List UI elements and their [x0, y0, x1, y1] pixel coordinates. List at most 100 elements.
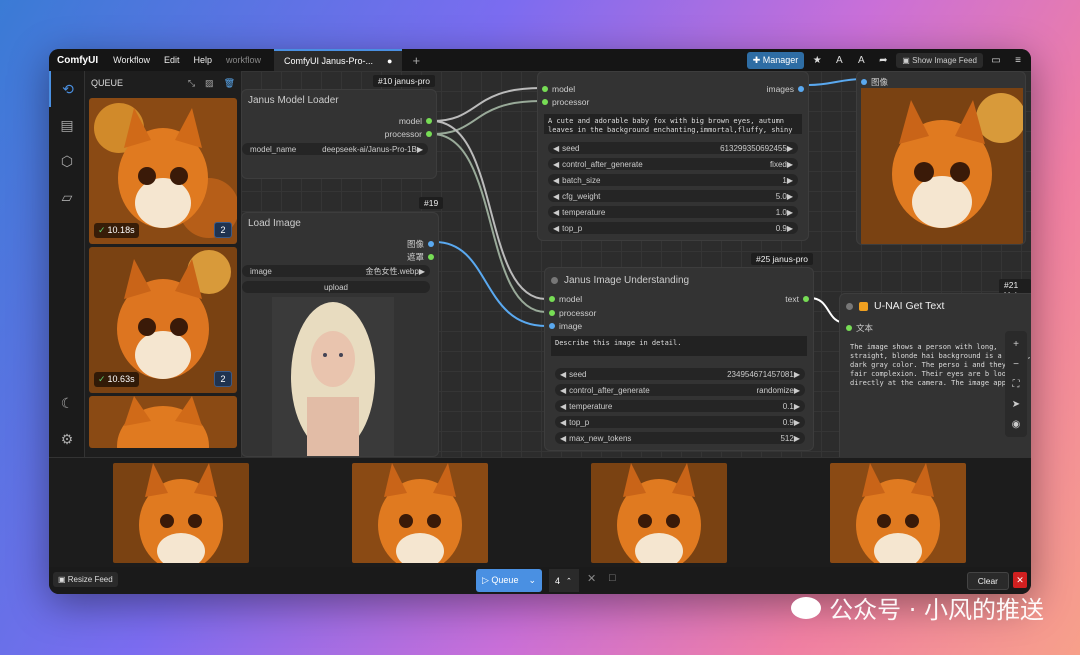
new-tab-icon[interactable]: + [402, 53, 430, 68]
fox-preview-image [861, 88, 1023, 244]
zoom-out-icon[interactable]: − [1013, 355, 1019, 373]
top-p-widget[interactable]: ◀ top_p 0.9 ▶ [555, 416, 805, 428]
wechat-icon [791, 596, 822, 619]
node-title: Janus Image Understanding [564, 274, 690, 286]
tab-workflow[interactable]: ComfyUI Janus-Pro-... ● [274, 49, 403, 71]
queue-item[interactable] [89, 396, 237, 448]
node-canvas[interactable]: #10 janus-pro Janus Model Loader model p… [241, 71, 1031, 457]
app-logo: ComfyUI [57, 54, 99, 66]
cube-icon[interactable]: ⬡ [49, 143, 85, 179]
feed-image[interactable] [352, 463, 488, 563]
menu-icon[interactable]: ≡ [1009, 51, 1027, 69]
trash-icon[interactable]: 🗑 [224, 78, 235, 89]
top-bar: ComfyUI Workflow Edit Help workflow Comf… [49, 49, 1031, 71]
seed-widget[interactable]: ◀ seed 234954671457081 ▶ [555, 368, 805, 380]
eye-icon[interactable]: ◉ [1012, 415, 1021, 433]
control-after-generate-widget[interactable]: ◀ control_after_generate fixed ▶ [548, 158, 798, 170]
cfg-weight-widget[interactable]: ◀ cfg_weight 5.0 ▶ [548, 190, 798, 202]
node-title: Load Image [248, 217, 301, 229]
translate-alt-icon[interactable]: A [852, 51, 870, 69]
menu-workflow[interactable]: Workflow [106, 55, 157, 65]
left-sidebar: ⟲ ▤ ⬡ ▱ ☾ ⚙ [49, 71, 85, 457]
orange-node-icon [859, 301, 868, 311]
input-image[interactable]: 图像 [861, 76, 888, 88]
moon-icon[interactable]: ☾ [49, 385, 85, 421]
manager-button[interactable]: ✚ Manager [746, 51, 805, 69]
seed-widget[interactable]: ◀ seed 613299350692455 ▶ [548, 142, 798, 154]
translate-icon[interactable]: A [830, 51, 848, 69]
input-processor[interactable]: processor [542, 97, 589, 107]
unsaved-dot-icon: ● [387, 56, 393, 66]
stop-icon[interactable]: □ [609, 572, 616, 584]
comfyui-window: ComfyUI Workflow Edit Help workflow Comf… [49, 49, 1031, 594]
question-textarea[interactable]: Describe this image in detail. [551, 336, 807, 356]
input-model[interactable]: model [549, 294, 582, 304]
node-badge: #25 janus-pro [751, 253, 813, 265]
output-processor[interactable]: processor [385, 129, 432, 139]
queue-count[interactable]: 2 [214, 222, 232, 238]
queue-count[interactable]: 2 [214, 371, 232, 387]
image-icon[interactable]: ▨ [205, 78, 214, 89]
output-image[interactable]: 图像 [407, 238, 434, 250]
collapse-icon[interactable]: ⤡ [188, 78, 195, 89]
input-processor[interactable]: processor [549, 308, 596, 318]
menu-edit[interactable]: Edit [157, 55, 187, 65]
feed-image[interactable] [591, 463, 727, 563]
queue-title: QUEUE [91, 78, 124, 88]
model-name-widget[interactable]: model_name deepseek-ai/Janus-Pro-1B ▶ [242, 143, 428, 155]
preview-image-node[interactable]: 图像 [856, 71, 1026, 245]
temperature-widget[interactable]: ◀ temperature 0.1 ▶ [555, 400, 805, 412]
history-icon[interactable]: ⟲ [49, 71, 85, 107]
batch-size-widget[interactable]: ◀ batch_size 1 ▶ [548, 174, 798, 186]
queue-panel: QUEUE ⤡ ▨ 🗑 ✓ 10.18s 2 ✓ 10.63s 2 [85, 71, 241, 457]
zoom-in-icon[interactable]: + [1013, 335, 1019, 353]
feed-image[interactable] [113, 463, 249, 563]
janus-image-generation-node[interactable]: model processor images A cute and adorab… [537, 71, 809, 241]
get-text-node[interactable]: U-NAI Get Text 文本 The image shows a pers… [839, 293, 1031, 457]
janus-image-understanding-node[interactable]: Janus Image Understanding model processo… [544, 267, 814, 451]
queue-button[interactable]: ▷ Queue ⌄ [476, 569, 542, 592]
woman-portrait-image [272, 297, 394, 456]
chevron-down-icon: ⌄ [528, 575, 536, 585]
clear-button[interactable]: Clear [966, 572, 1009, 590]
feed-image[interactable] [830, 463, 966, 563]
load-image-node[interactable]: Load Image 图像 遮罩 image 金色女性.webp ▶ upload [241, 212, 439, 457]
folder-icon[interactable]: ▱ [49, 179, 85, 215]
tab-label: ComfyUI Janus-Pro-... [284, 56, 374, 66]
star-icon[interactable]: ★ [808, 51, 826, 69]
menu-help[interactable]: Help [186, 55, 219, 65]
node-title: Janus Model Loader [248, 94, 339, 106]
prompt-textarea[interactable]: A cute and adorable baby fox with big br… [544, 114, 802, 134]
image-select-widget[interactable]: image 金色女性.webp ▶ [242, 265, 430, 277]
input-image[interactable]: image [549, 321, 582, 331]
janus-model-loader-node[interactable]: Janus Model Loader model processor model… [241, 89, 437, 179]
queue-item[interactable]: ✓ 10.63s 2 [89, 247, 237, 393]
batch-count-input[interactable]: 4 ⌃ [549, 569, 579, 592]
gear-icon[interactable]: ⚙ [49, 421, 85, 457]
input-model[interactable]: model [542, 84, 575, 94]
share-icon[interactable]: ➦ [874, 51, 892, 69]
document-icon[interactable]: ▤ [49, 107, 85, 143]
show-image-feed-button[interactable]: ▣ Show Image Feed [896, 52, 983, 68]
resize-feed-button[interactable]: ▣ Resize Feed [53, 572, 118, 587]
temperature-widget[interactable]: ◀ temperature 1.0 ▶ [548, 206, 798, 218]
canvas-tools: + − ⛶ ➤ ◉ [1005, 331, 1027, 437]
output-model[interactable]: model [399, 116, 432, 126]
node-badge: #19 [419, 197, 444, 209]
top-p-widget[interactable]: ◀ top_p 0.9 ▶ [548, 222, 798, 234]
queue-item[interactable]: ✓ 10.18s 2 [89, 98, 237, 244]
close-feed-icon[interactable]: ✕ [1013, 572, 1027, 588]
output-text[interactable]: text [785, 294, 809, 304]
node-title: U-NAI Get Text [874, 300, 945, 312]
panel-icon[interactable]: ▭ [987, 51, 1005, 69]
pointer-icon[interactable]: ➤ [1012, 395, 1020, 413]
cancel-icon[interactable]: ✕ [587, 572, 596, 585]
control-after-generate-widget[interactable]: ◀ control_after_generate randomize ▶ [555, 384, 805, 396]
max-new-tokens-widget[interactable]: ◀ max_new_tokens 512 ▶ [555, 432, 805, 444]
output-mask[interactable]: 遮罩 [407, 251, 434, 263]
upload-button[interactable]: upload [242, 281, 430, 293]
fit-view-icon[interactable]: ⛶ [1013, 375, 1020, 393]
output-images[interactable]: images [767, 84, 804, 94]
input-text[interactable]: 文本 [846, 322, 873, 334]
image-feed [49, 457, 1031, 567]
